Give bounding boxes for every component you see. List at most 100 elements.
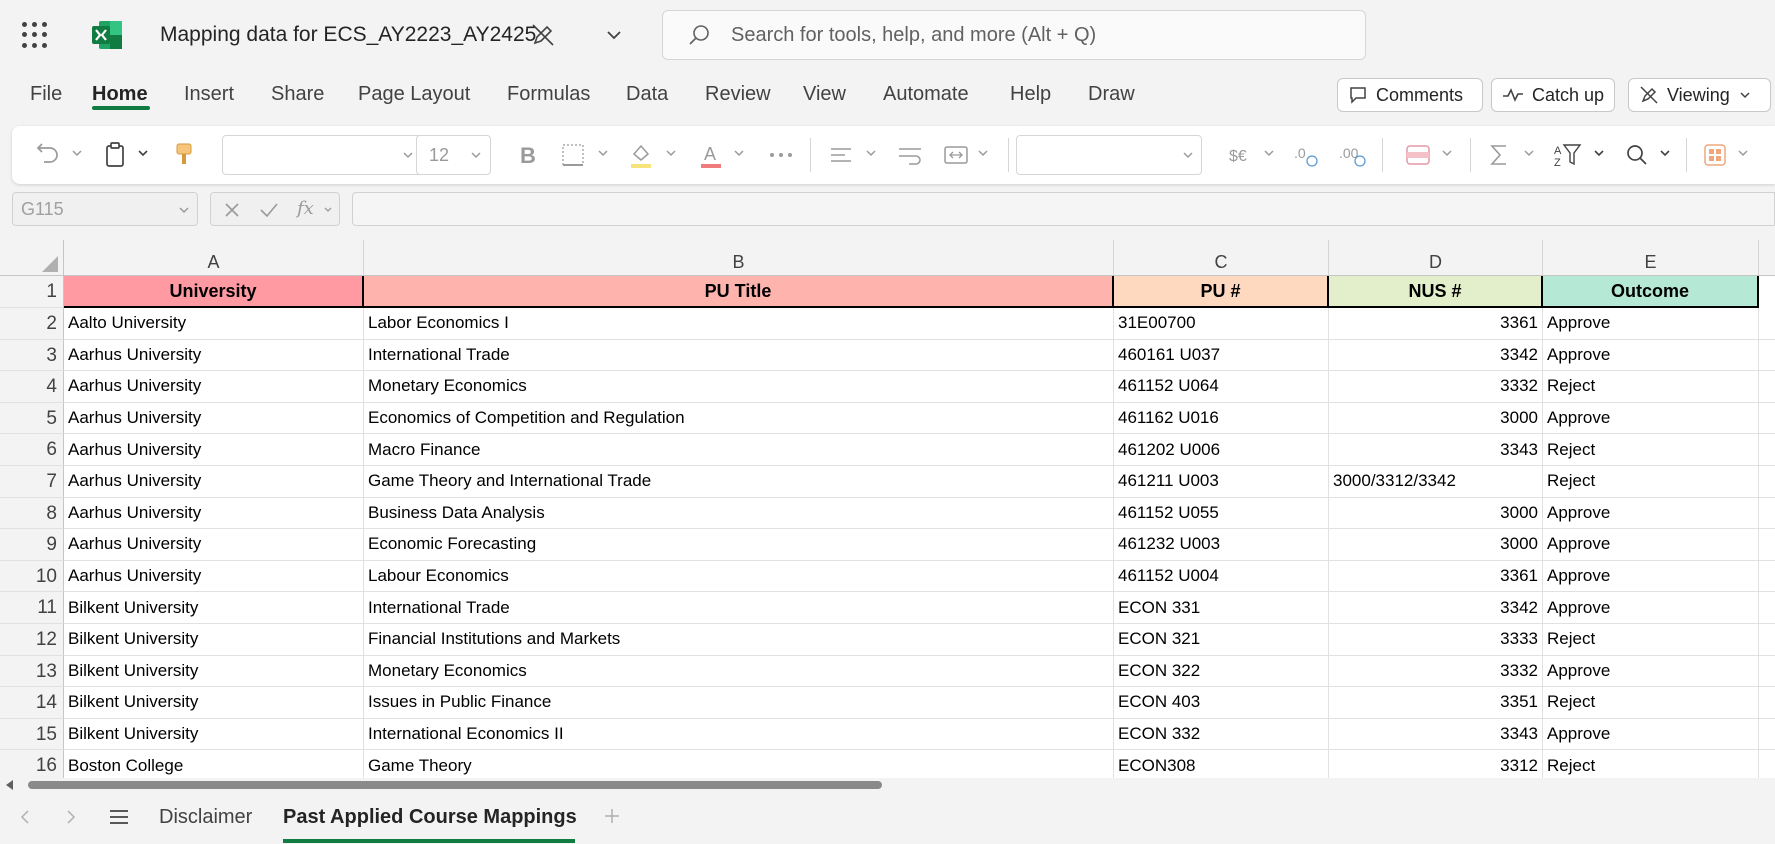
- row-header[interactable]: 4: [0, 371, 64, 403]
- cell-pu-number[interactable]: 460161 U037: [1114, 339, 1329, 372]
- cell-pu-number[interactable]: ECON 332: [1114, 718, 1329, 751]
- tab-page-layout[interactable]: Page Layout: [358, 83, 470, 106]
- tab-view[interactable]: View: [803, 83, 846, 106]
- tab-share[interactable]: Share: [271, 83, 324, 106]
- find-icon[interactable]: [1624, 140, 1650, 170]
- cancel-icon[interactable]: [223, 201, 241, 219]
- cell-outcome[interactable]: Approve: [1543, 308, 1759, 340]
- search-input[interactable]: Search for tools, help, and more (Alt + …: [662, 10, 1366, 60]
- row-header[interactable]: 13: [0, 655, 64, 688]
- column-header-a[interactable]: A: [64, 240, 364, 276]
- cell-pu-title[interactable]: Business Data Analysis: [364, 497, 1114, 530]
- cell-university[interactable]: Aarhus University: [64, 529, 364, 561]
- font-family-dropdown[interactable]: [222, 135, 424, 175]
- cell-nus-number[interactable]: 3343: [1329, 718, 1543, 751]
- cell-outcome[interactable]: Reject: [1543, 434, 1759, 466]
- row-header[interactable]: 10: [0, 560, 64, 593]
- cell-outcome[interactable]: Approve: [1543, 497, 1759, 530]
- cell-pu-number[interactable]: 461162 U016: [1114, 402, 1329, 435]
- tab-formulas[interactable]: Formulas: [507, 83, 590, 106]
- tab-draw[interactable]: Draw: [1088, 83, 1135, 106]
- cell-university[interactable]: Aarhus University: [64, 497, 364, 530]
- cell-nus-number[interactable]: 3000: [1329, 497, 1543, 530]
- catch-up-button[interactable]: Catch up: [1491, 78, 1615, 112]
- merge-cells-icon[interactable]: [942, 140, 970, 170]
- cell-pu-title[interactable]: Financial Institutions and Markets: [364, 624, 1114, 656]
- cell-university[interactable]: Bilkent University: [64, 624, 364, 656]
- header-cell-university[interactable]: University: [64, 276, 364, 308]
- cell-pu-number[interactable]: ECON 403: [1114, 687, 1329, 719]
- chevron-down-icon[interactable]: [596, 146, 610, 160]
- cell-pu-number[interactable]: 461211 U003: [1114, 466, 1329, 498]
- cell-pu-number[interactable]: 461152 U055: [1114, 497, 1329, 530]
- cell-university[interactable]: Aarhus University: [64, 466, 364, 498]
- cell-pu-title[interactable]: Issues in Public Finance: [364, 687, 1114, 719]
- cell-university[interactable]: Bilkent University: [64, 718, 364, 751]
- tab-data[interactable]: Data: [626, 83, 668, 106]
- cell-outcome[interactable]: Approve: [1543, 529, 1759, 561]
- header-cell-outcome[interactable]: Outcome: [1543, 276, 1759, 308]
- cell-university[interactable]: Bilkent University: [64, 592, 364, 624]
- cell-outcome[interactable]: Reject: [1543, 687, 1759, 719]
- cell-pu-number[interactable]: 461202 U006: [1114, 434, 1329, 466]
- chevron-down-icon[interactable]: [1658, 146, 1672, 160]
- cell-empty[interactable]: [1759, 403, 1775, 435]
- tab-review[interactable]: Review: [705, 83, 771, 106]
- currency-format-icon[interactable]: $€: [1228, 140, 1256, 170]
- tab-file[interactable]: File: [30, 83, 62, 106]
- header-cell-pu-number[interactable]: PU #: [1114, 276, 1329, 308]
- more-options-icon[interactable]: [766, 140, 796, 170]
- undo-icon[interactable]: [34, 140, 62, 170]
- cell-outcome[interactable]: Approve: [1543, 339, 1759, 372]
- chevron-down-icon[interactable]: [1440, 146, 1454, 160]
- cell-pu-title[interactable]: International Economics II: [364, 718, 1114, 751]
- cell-pu-number[interactable]: 461152 U004: [1114, 560, 1329, 593]
- scroll-left-arrow-icon[interactable]: [6, 780, 13, 790]
- cell-university[interactable]: Aarhus University: [64, 402, 364, 435]
- row-header[interactable]: 7: [0, 466, 64, 498]
- cell-nus-number[interactable]: 3000: [1329, 402, 1543, 435]
- cell-empty[interactable]: [1759, 624, 1775, 656]
- cell-nus-number[interactable]: 3332: [1329, 371, 1543, 403]
- cell-empty[interactable]: [1759, 371, 1775, 403]
- row-header[interactable]: 11: [0, 592, 64, 624]
- chevron-down-icon[interactable]: [1736, 146, 1750, 160]
- cell-pu-title[interactable]: Game Theory and International Trade: [364, 466, 1114, 498]
- cell-pu-title[interactable]: Labour Economics: [364, 560, 1114, 593]
- all-sheets-menu-icon[interactable]: [108, 808, 130, 826]
- cell-pu-number[interactable]: ECON 321: [1114, 624, 1329, 656]
- cell-nus-number[interactable]: 3343: [1329, 434, 1543, 466]
- cell-nus-number[interactable]: 3361: [1329, 560, 1543, 593]
- chevron-down-icon[interactable]: [1262, 146, 1276, 160]
- cell-empty[interactable]: [1759, 750, 1775, 778]
- cell-outcome[interactable]: Approve: [1543, 592, 1759, 624]
- conditional-format-icon[interactable]: [1404, 140, 1432, 170]
- cell-nus-number[interactable]: 3342: [1329, 592, 1543, 624]
- format-painter-icon[interactable]: [172, 140, 196, 170]
- chevron-down-icon[interactable]: [323, 205, 333, 215]
- cell-pu-title[interactable]: Economic Forecasting: [364, 529, 1114, 561]
- next-sheet-icon[interactable]: [62, 808, 80, 826]
- cell-pu-title[interactable]: Monetary Economics: [364, 655, 1114, 688]
- cell-empty[interactable]: [1759, 434, 1775, 466]
- align-icon[interactable]: [828, 140, 854, 170]
- tab-insert[interactable]: Insert: [184, 83, 234, 106]
- app-launcher-icon[interactable]: [22, 22, 48, 48]
- add-sheet-icon[interactable]: [602, 806, 622, 826]
- cell-outcome[interactable]: Reject: [1543, 466, 1759, 498]
- formula-input[interactable]: [352, 192, 1775, 226]
- cell-empty[interactable]: [1759, 656, 1775, 688]
- row-header[interactable]: 8: [0, 497, 64, 530]
- cell-nus-number[interactable]: 3000/3312/3342: [1329, 466, 1543, 498]
- cell-university[interactable]: Bilkent University: [64, 655, 364, 688]
- cell-empty[interactable]: [1759, 466, 1775, 498]
- cell-pu-number[interactable]: 31E00700: [1114, 308, 1329, 340]
- chevron-down-icon[interactable]: [1522, 146, 1536, 160]
- cell-empty[interactable]: [1759, 687, 1775, 719]
- cell-empty[interactable]: [1759, 592, 1775, 624]
- cell-pu-title[interactable]: International Trade: [364, 592, 1114, 624]
- font-size-dropdown[interactable]: 12: [416, 135, 491, 175]
- borders-icon[interactable]: [560, 140, 586, 170]
- cell-university[interactable]: Aarhus University: [64, 371, 364, 403]
- column-header-b[interactable]: B: [364, 240, 1114, 276]
